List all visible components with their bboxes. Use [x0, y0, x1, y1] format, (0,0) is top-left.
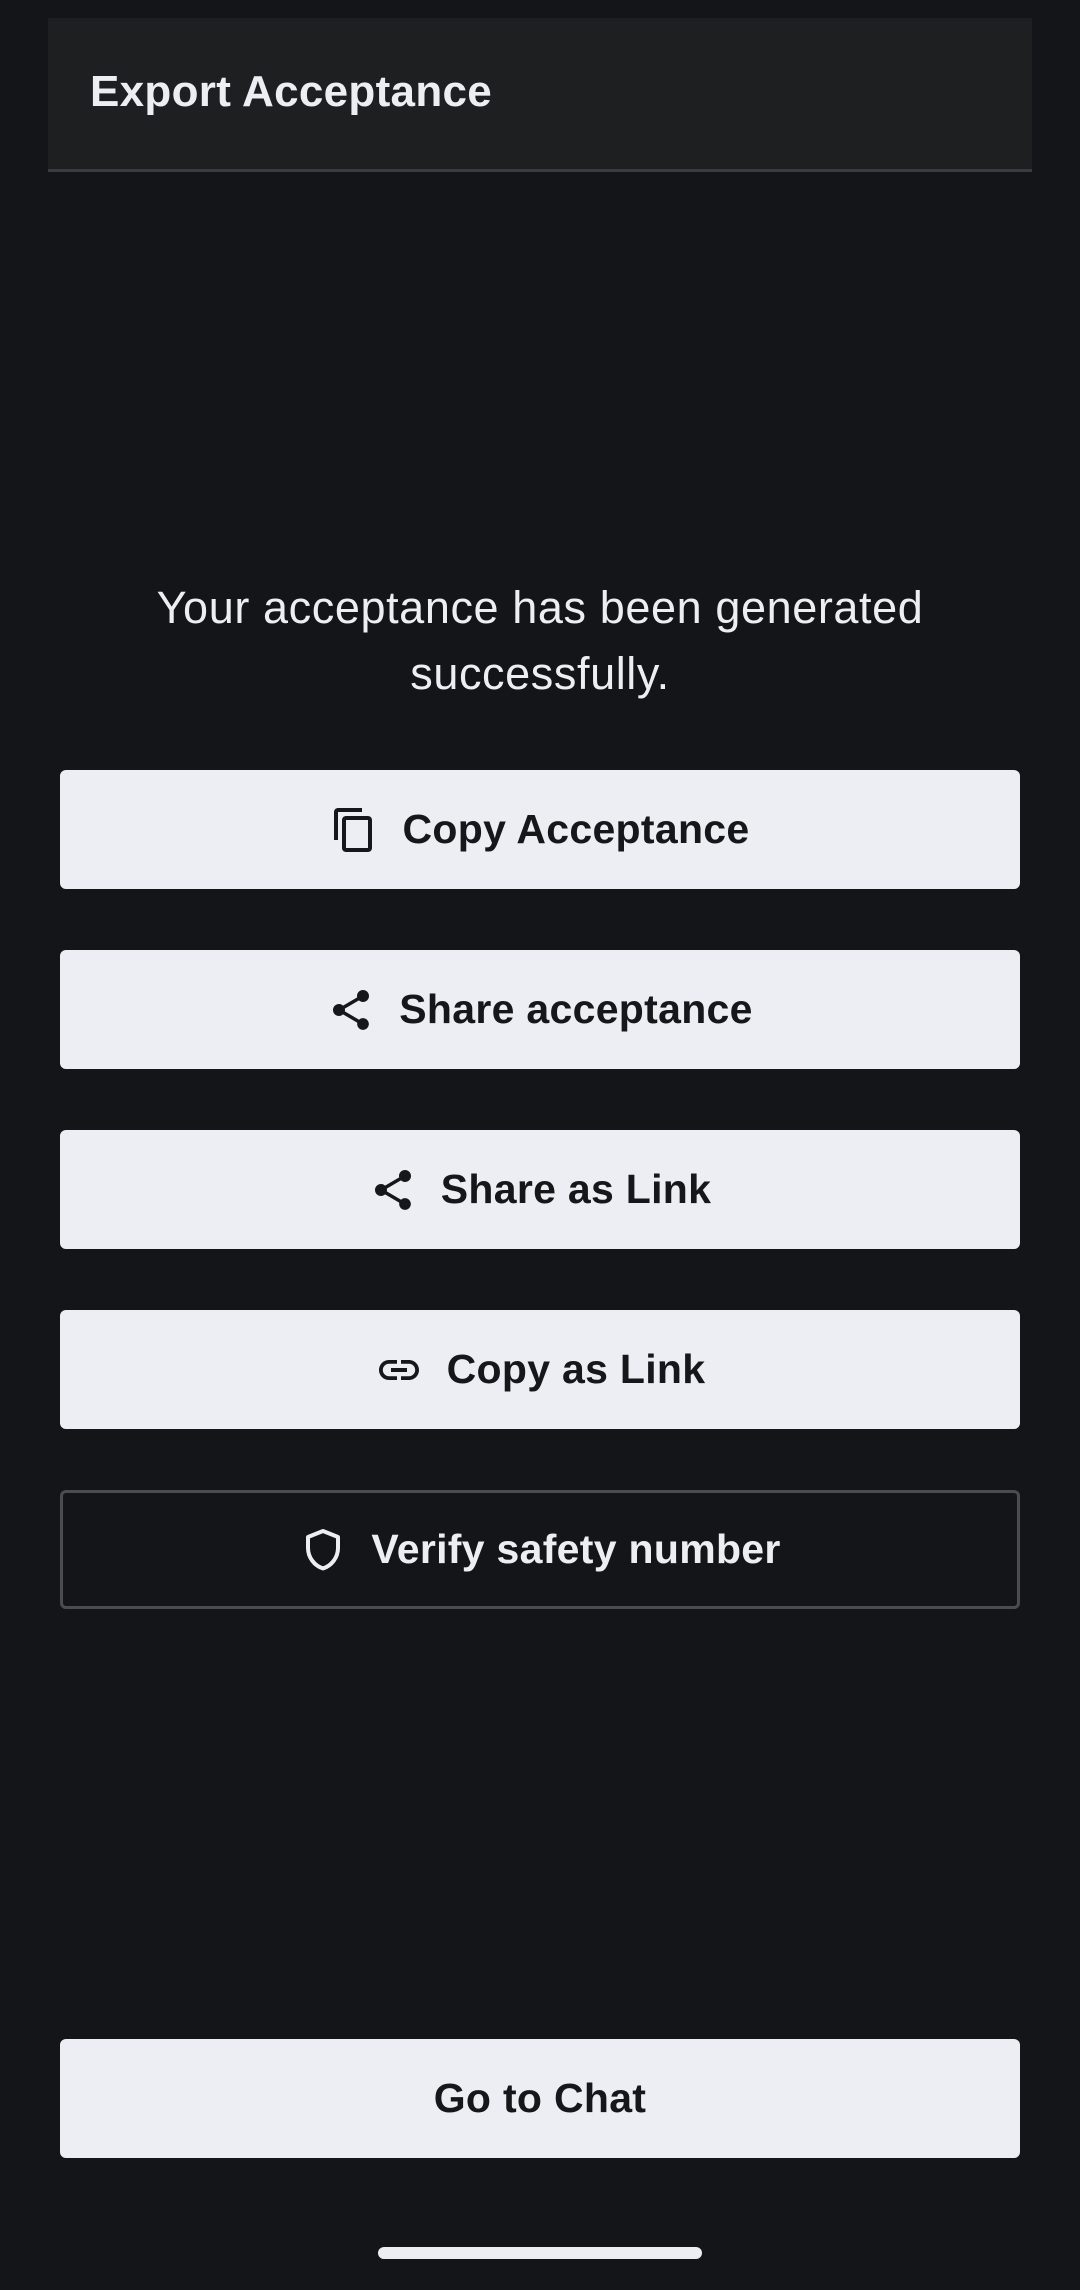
shield-icon: [299, 1526, 347, 1574]
share-icon: [369, 1166, 417, 1214]
share-acceptance-label: Share acceptance: [399, 986, 753, 1032]
go-to-chat-label: Go to Chat: [433, 2075, 647, 2121]
verify-safety-number-button[interactable]: Verify safety number: [60, 1490, 1020, 1609]
share-as-link-label: Share as Link: [440, 1166, 712, 1212]
go-to-chat-button[interactable]: Go to Chat: [60, 2039, 1020, 2158]
copy-as-link-button[interactable]: Copy as Link: [60, 1310, 1020, 1429]
success-message: Your acceptance has been generated succe…: [156, 582, 924, 699]
page-title: Export Acceptance: [90, 67, 493, 116]
copy-acceptance-button[interactable]: Copy Acceptance: [60, 770, 1020, 889]
share-icon: [327, 986, 375, 1034]
share-as-link-button[interactable]: Share as Link: [60, 1130, 1020, 1249]
share-acceptance-button[interactable]: Share acceptance: [60, 950, 1020, 1069]
verify-safety-number-label: Verify safety number: [371, 1526, 781, 1572]
link-icon: [375, 1346, 423, 1394]
home-indicator[interactable]: [378, 2247, 702, 2259]
copy-as-link-label: Copy as Link: [446, 1346, 706, 1392]
copy-acceptance-label: Copy Acceptance: [402, 806, 750, 852]
app-header: Export Acceptance: [48, 18, 1032, 172]
copy-icon: [330, 806, 378, 854]
